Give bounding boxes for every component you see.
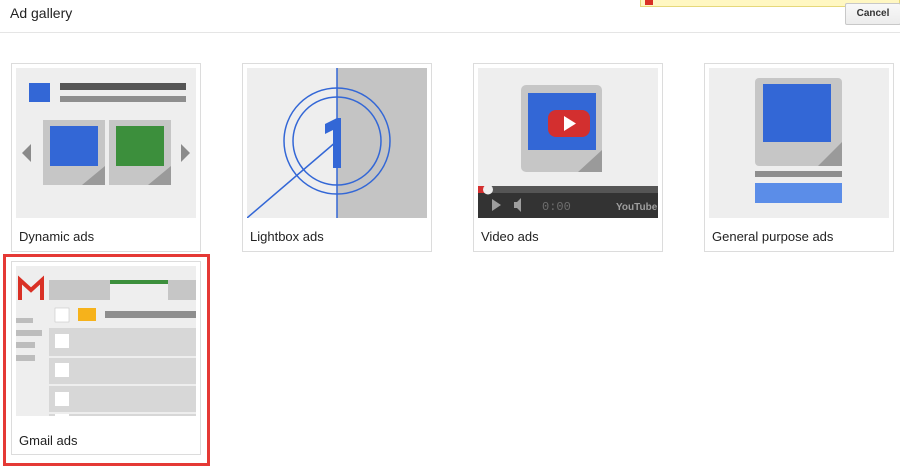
dynamic-ads-thumbnail bbox=[16, 68, 196, 218]
gallery-card-video-ads[interactable]: 0:00 YouTube Video ads bbox=[473, 63, 663, 252]
dialog-title: Ad gallery bbox=[10, 5, 73, 21]
alert-icon bbox=[645, 0, 653, 5]
general-purpose-ads-thumbnail bbox=[709, 68, 889, 218]
video-time: 0:00 bbox=[542, 200, 571, 214]
lightbox-ads-thumbnail bbox=[247, 68, 427, 218]
card-label: General purpose ads bbox=[712, 229, 834, 244]
card-label: Dynamic ads bbox=[19, 229, 95, 244]
card-label: Lightbox ads bbox=[250, 229, 324, 244]
gallery-card-general-purpose-ads[interactable]: General purpose ads bbox=[704, 63, 894, 252]
gallery-card-lightbox-ads[interactable]: Lightbox ads bbox=[242, 63, 432, 252]
card-label: Video ads bbox=[481, 229, 539, 244]
cancel-button[interactable]: Cancel bbox=[845, 3, 900, 25]
youtube-logo: YouTube bbox=[616, 202, 658, 213]
dialog-header: Ad gallery Cancel bbox=[0, 0, 900, 33]
video-ads-thumbnail: 0:00 YouTube bbox=[478, 68, 658, 218]
selection-highlight bbox=[3, 254, 210, 466]
gallery-card-dynamic-ads[interactable]: Dynamic ads bbox=[11, 63, 201, 252]
